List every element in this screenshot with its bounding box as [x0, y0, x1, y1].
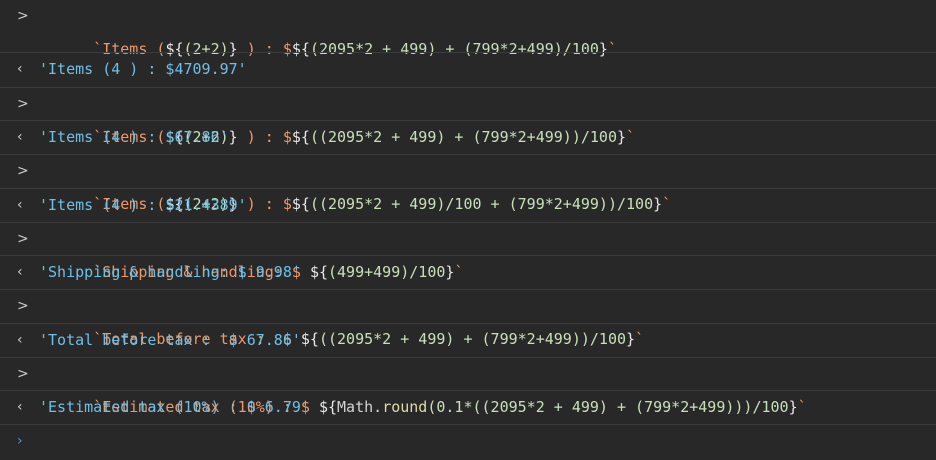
console-output-line: ‹ 'Items (4 ) : $4709.97'	[0, 52, 936, 85]
console-input-line[interactable]: > `Items (${(2+2)} ) : $${((2095*2 + 499…	[0, 154, 936, 213]
input-arrow-icon: >	[17, 366, 29, 382]
input-arrow-icon: >	[17, 231, 29, 247]
console-output-line: ‹ 'Estimated tax (10%) : $ 6.79'	[0, 390, 936, 423]
input-arrow-icon: >	[17, 298, 29, 314]
output-arrow-icon: ‹	[17, 399, 23, 415]
console-input-line[interactable]: > `Estimated tax (10%) : $ ${Math.round(…	[0, 357, 936, 416]
console-input-line[interactable]: > `Total before tax : $ ${((2095*2 + 499…	[0, 289, 936, 348]
output-value: 'Total before tax : $ 67.86'	[39, 331, 301, 349]
input-arrow-icon: >	[17, 163, 29, 179]
console-input-line[interactable]: > `Items (${(2+2)} ) : $${(2095*2 + 499)…	[0, 0, 936, 58]
output-arrow-icon: ‹	[17, 197, 23, 213]
input-arrow-icon: >	[17, 96, 29, 112]
devtools-console: > `Items (${(2+2)} ) : $${(2095*2 + 499)…	[0, 0, 936, 460]
prompt-chevron-icon: ›	[17, 433, 23, 449]
output-value: 'Items (4 ) : $21.4389'	[39, 196, 247, 214]
output-arrow-icon: ‹	[17, 332, 23, 348]
output-arrow-icon: ‹	[17, 129, 23, 145]
output-value: 'Estimated tax (10%) : $ 6.79'	[39, 398, 310, 416]
console-prompt[interactable]: ›	[0, 424, 936, 457]
output-arrow-icon: ‹	[17, 61, 23, 77]
console-input-line[interactable]: > `Items (${(2+2)} ) : $${((2095*2 + 499…	[0, 87, 936, 146]
console-output-line: ‹ 'Total before tax : $ 67.86'	[0, 323, 936, 356]
output-arrow-icon: ‹	[17, 264, 23, 280]
input-arrow-icon: >	[17, 8, 29, 24]
console-output-line: ‹ 'Shipping & handling: $ 9.98'	[0, 255, 936, 288]
output-value: 'Items (4 ) : $4709.97'	[39, 60, 247, 78]
console-output-line: ‹ 'Items (4 ) : $67.86'	[0, 120, 936, 153]
output-value: 'Shipping & handling: $ 9.98'	[39, 263, 301, 281]
console-output-line: ‹ 'Items (4 ) : $21.4389'	[0, 188, 936, 221]
output-value: 'Items (4 ) : $67.86'	[39, 128, 229, 146]
console-input-line[interactable]: > `Shipping & handling: $ ${(499+499)/10…	[0, 222, 936, 281]
